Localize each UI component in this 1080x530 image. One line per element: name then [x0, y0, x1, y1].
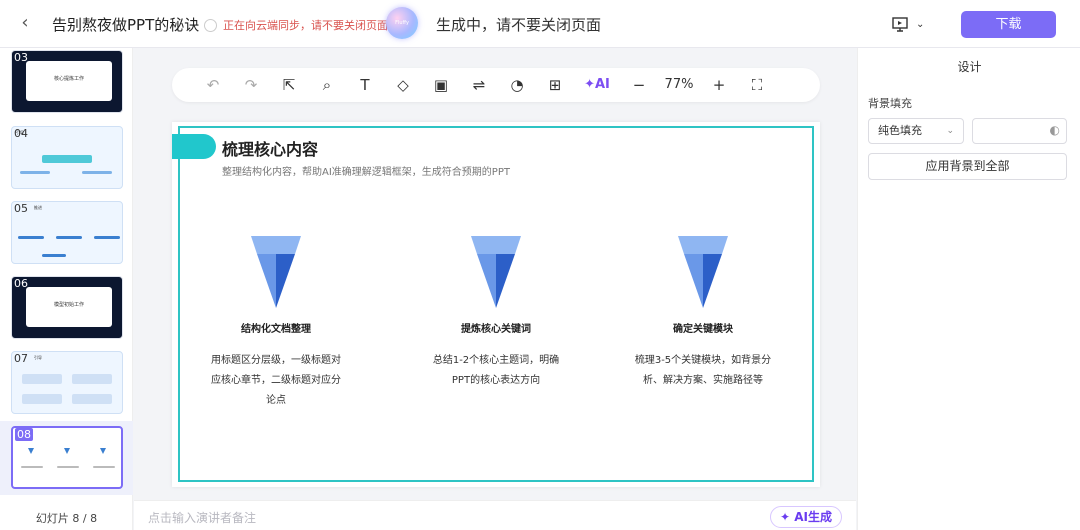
- column-description: 用标题区分层级，一级标题对应核心章节，二级标题对应分论点: [211, 355, 341, 406]
- tab-design[interactable]: 设计: [858, 58, 1080, 75]
- thumbnail-line: [21, 466, 43, 468]
- shape-tool-icon[interactable]: ◇: [384, 68, 422, 102]
- thumbnail-box: [22, 374, 62, 384]
- ai-generate-label: AI生成: [794, 510, 832, 524]
- column-description: 梳理3-5个关键模块，如背景分析、解决方案、实施路径等: [634, 355, 772, 386]
- select-pointer-icon[interactable]: ⇱: [270, 68, 308, 102]
- speaker-notes-bar[interactable]: 点击输入演讲者备注 ✦ AI生成: [134, 500, 856, 530]
- thumbnail-number: 07: [14, 352, 28, 365]
- thumbnail-line: [94, 236, 120, 239]
- cone-icon: [678, 236, 728, 308]
- thumbnail-card: 模型初始工作: [26, 287, 112, 327]
- zoom-level: 77%: [664, 77, 694, 92]
- editor-canvas: ↶ ↷ ⇱ ⌕ T ◇ ▣ ⇌ ◔ ⊞ ✦AI − 77% + ⛶ 梳理核心内容…: [134, 48, 856, 500]
- thumbnail-text: 推进: [34, 205, 42, 210]
- slide-canvas[interactable]: 梳理核心内容 整理结构化内容，帮助AI准确理解逻辑框架，生成符合预期的PPT 结…: [172, 122, 820, 487]
- background-fill-label: 背景填充: [868, 97, 912, 110]
- thumbnail-box: [72, 394, 112, 404]
- sync-spinner-icon: [204, 18, 217, 32]
- slide-subtitle[interactable]: 整理结构化内容，帮助AI准确理解逻辑框架，生成符合预期的PPT: [222, 163, 510, 178]
- back-arrow-icon[interactable]: ‹: [14, 12, 36, 34]
- thumbnail-line: [56, 236, 82, 239]
- palette-icon: ◐: [1049, 123, 1060, 137]
- thumbnail-number: 08: [15, 428, 33, 441]
- thumbnail-number: 03: [14, 51, 28, 64]
- design-panel: 设计 背景填充 纯色填充 ⌄ ◐ 应用背景到全部: [857, 48, 1080, 530]
- ai-tool-label: AI: [595, 77, 610, 92]
- thumbnail-box: [22, 394, 62, 404]
- ai-tool-button[interactable]: ✦AI: [574, 68, 620, 102]
- text-tool-icon[interactable]: T: [346, 68, 384, 102]
- title-accent-tab: [172, 134, 216, 159]
- thumbnail-line: [57, 466, 79, 468]
- thumbnail-number: 06: [14, 277, 28, 290]
- cone-icon: [471, 236, 521, 308]
- column-description: 总结1-2个核心主题词，明确PPT的核心表达方向: [432, 355, 560, 386]
- slide-thumbnail-03[interactable]: 03 核心提炼工作: [11, 50, 123, 113]
- content-column-3[interactable]: 确定关键模块 梳理3-5个关键模块，如背景分析、解决方案、实施路径等: [628, 236, 778, 391]
- slide-thumbnail-sidebar: 03 核心提炼工作 04 引导 05 推进 06 模型初始工作 07 引导 08: [0, 48, 133, 530]
- thumbnail-number: 05: [14, 202, 28, 215]
- present-button[interactable]: ⌄: [892, 14, 934, 34]
- fill-type-value: 纯色填充: [878, 124, 922, 137]
- download-button[interactable]: 下载: [961, 11, 1056, 38]
- thumbnail-line: [42, 254, 66, 257]
- thumbnail-text: 模型初始工作: [53, 302, 84, 308]
- present-icon: [892, 16, 908, 32]
- document-title[interactable]: 告别熬夜做PPT的秘诀: [52, 14, 199, 35]
- content-column-1[interactable]: 结构化文档整理 用标题区分层级，一级标题对应核心章节，二级标题对应分论点: [201, 236, 351, 411]
- zoom-out-icon[interactable]: −: [620, 68, 658, 102]
- table-tool-icon[interactable]: ⊞: [536, 68, 574, 102]
- ai-logo-icon: Fluffy: [386, 7, 418, 39]
- speaker-notes-placeholder[interactable]: 点击输入演讲者备注: [148, 509, 256, 526]
- slide-thumbnail-06[interactable]: 06 模型初始工作: [11, 276, 123, 339]
- thumbnail-box: [72, 374, 112, 384]
- thumbnail-cone: [64, 448, 70, 454]
- thumbnail-line: [82, 171, 112, 174]
- slide-thumbnail-04[interactable]: 04 引导: [11, 126, 123, 189]
- cone-icon: [251, 236, 301, 308]
- slide-counter: 幻灯片 8 / 8: [35, 512, 98, 525]
- chevron-down-icon: ⌄: [946, 126, 954, 136]
- thumbnail-number: 04: [14, 127, 28, 140]
- thumbnail-cone: [100, 448, 106, 454]
- search-icon[interactable]: ⌕: [308, 68, 346, 102]
- slide-title[interactable]: 梳理核心内容: [222, 136, 318, 160]
- redo-icon[interactable]: ↷: [232, 68, 270, 102]
- chevron-down-icon: ⌄: [916, 18, 925, 30]
- thumbnail-card: 核心提炼工作: [26, 61, 112, 101]
- thumbnail-line: [18, 236, 44, 239]
- column-title: 结构化文档整理: [241, 324, 311, 335]
- background-color-picker[interactable]: ◐: [972, 118, 1067, 144]
- thumbnail-text: 引导: [34, 355, 42, 360]
- sync-status-text: 正在向云端同步，请不要关闭页面: [223, 19, 388, 32]
- zoom-in-icon[interactable]: +: [700, 68, 738, 102]
- image-tool-icon[interactable]: ▣: [422, 68, 460, 102]
- thumbnail-graphic: [42, 155, 92, 163]
- connector-tool-icon[interactable]: ⇌: [460, 68, 498, 102]
- fullscreen-icon[interactable]: ⛶: [738, 68, 776, 102]
- undo-icon[interactable]: ↶: [194, 68, 232, 102]
- chart-tool-icon[interactable]: ◔: [498, 68, 536, 102]
- thumbnail-text: 核心提炼工作: [53, 76, 84, 82]
- apply-background-all-button[interactable]: 应用背景到全部: [868, 153, 1067, 180]
- slide-thumbnail-05[interactable]: 05 推进: [11, 201, 123, 264]
- slide-thumbnail-08[interactable]: 08: [11, 426, 123, 489]
- thumbnail-line: [93, 466, 115, 468]
- generating-status: 生成中，请不要关闭页面: [436, 16, 602, 34]
- sync-status: 正在向云端同步，请不要关闭页面: [204, 17, 388, 33]
- top-bar: ‹ 告别熬夜做PPT的秘诀 正在向云端同步，请不要关闭页面 Fluffy 生成中…: [0, 0, 1080, 48]
- thumbnail-line: [20, 171, 50, 174]
- column-title: 确定关键模块: [673, 324, 733, 335]
- thumbnail-cone: [28, 448, 34, 454]
- editor-toolbar: ↶ ↷ ⇱ ⌕ T ◇ ▣ ⇌ ◔ ⊞ ✦AI − 77% + ⛶: [172, 68, 820, 102]
- content-column-2[interactable]: 提炼核心关键词 总结1-2个核心主题词，明确PPT的核心表达方向: [421, 236, 571, 391]
- fill-type-select[interactable]: 纯色填充 ⌄: [868, 118, 964, 144]
- ai-generate-notes-button[interactable]: ✦ AI生成: [770, 506, 842, 528]
- slide-thumbnail-07[interactable]: 07 引导: [11, 351, 123, 414]
- column-title: 提炼核心关键词: [461, 324, 531, 335]
